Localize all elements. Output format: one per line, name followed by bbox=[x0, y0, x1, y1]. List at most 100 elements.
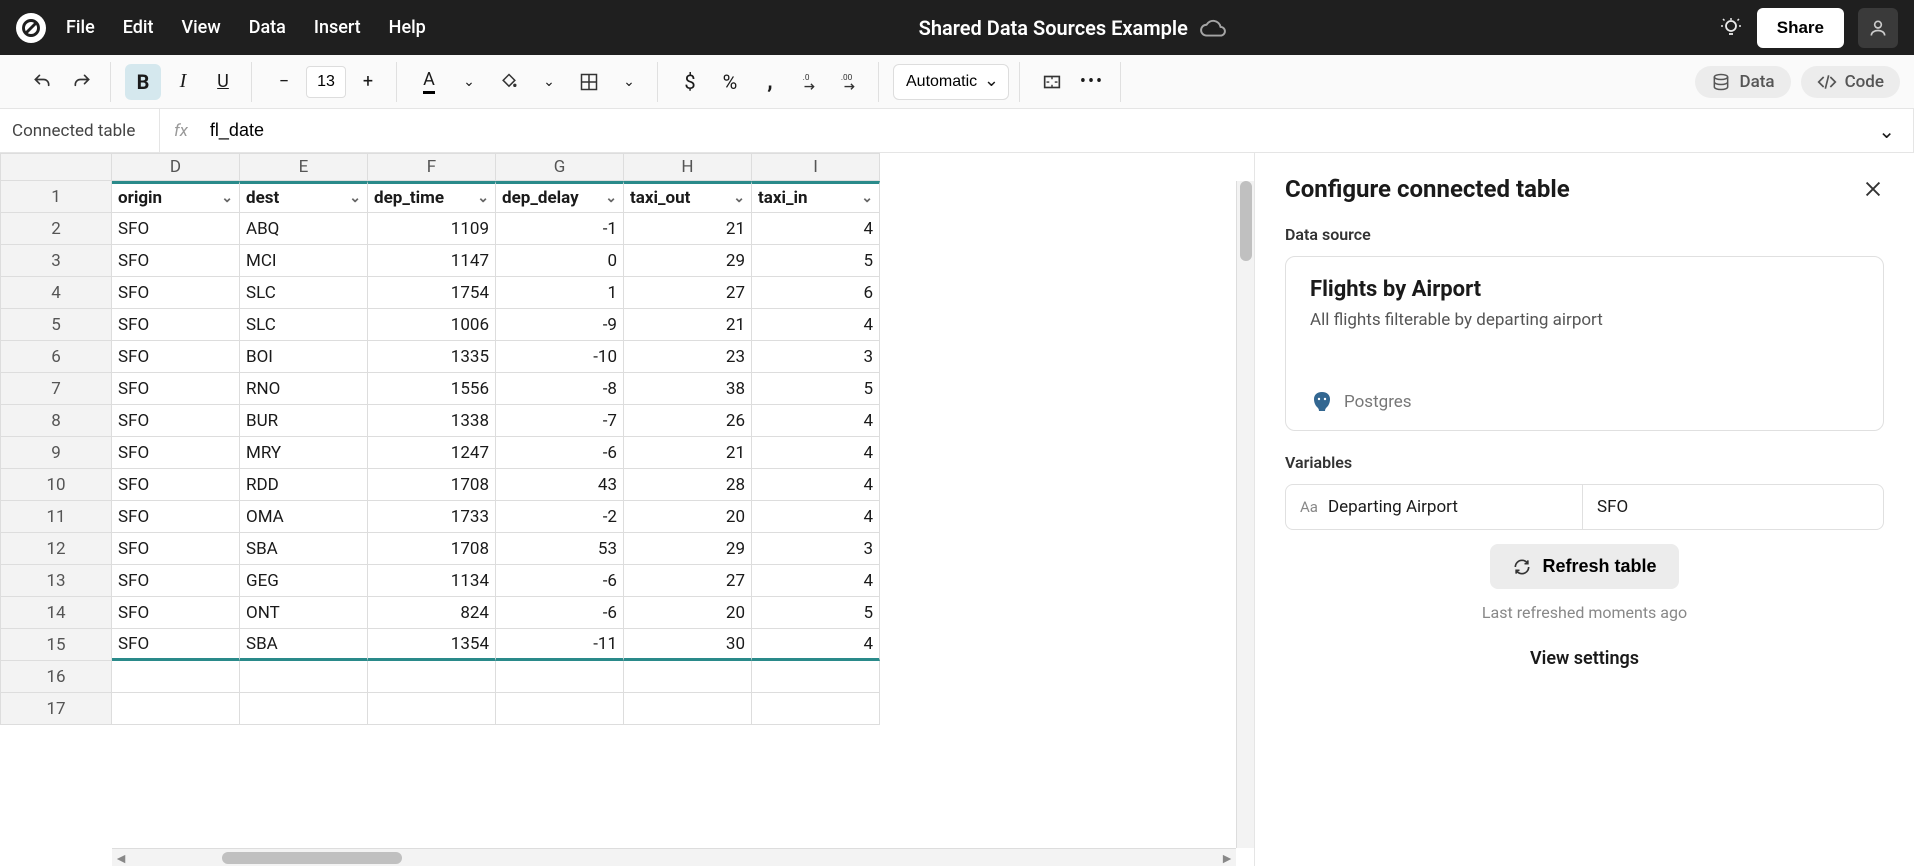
menu-view[interactable]: View bbox=[181, 17, 220, 38]
table-cell[interactable]: -6 bbox=[496, 565, 624, 597]
table-cell[interactable]: SFO bbox=[112, 437, 240, 469]
italic-button[interactable]: I bbox=[165, 64, 201, 100]
table-cell[interactable]: SFO bbox=[112, 213, 240, 245]
lightbulb-icon[interactable] bbox=[1719, 16, 1743, 40]
table-cell[interactable]: -10 bbox=[496, 341, 624, 373]
row-header[interactable]: 6 bbox=[0, 341, 112, 373]
vertical-scroll-thumb[interactable] bbox=[1240, 181, 1252, 261]
table-cell[interactable]: -1 bbox=[496, 213, 624, 245]
table-cell[interactable]: 1147 bbox=[368, 245, 496, 277]
table-cell[interactable]: SBA bbox=[240, 533, 368, 565]
table-cell[interactable]: 23 bbox=[624, 341, 752, 373]
table-cell[interactable]: ONT bbox=[240, 597, 368, 629]
empty-cell[interactable] bbox=[368, 693, 496, 725]
table-cell[interactable]: 1 bbox=[496, 277, 624, 309]
table-cell[interactable]: 43 bbox=[496, 469, 624, 501]
view-settings-link[interactable]: View settings bbox=[1285, 648, 1884, 669]
column-filter-chevron[interactable]: ⌄ bbox=[605, 190, 617, 206]
table-cell[interactable]: 5 bbox=[752, 245, 880, 277]
fill-color-chevron[interactable]: ⌄ bbox=[531, 64, 567, 100]
table-cell[interactable]: 3 bbox=[752, 533, 880, 565]
table-cell[interactable]: 4 bbox=[752, 437, 880, 469]
row-header[interactable]: 9 bbox=[0, 437, 112, 469]
code-panel-button[interactable]: Code bbox=[1801, 66, 1900, 98]
table-cell[interactable]: 38 bbox=[624, 373, 752, 405]
table-cell[interactable]: 3 bbox=[752, 341, 880, 373]
table-cell[interactable]: 21 bbox=[624, 437, 752, 469]
data-panel-button[interactable]: Data bbox=[1695, 66, 1790, 98]
table-cell[interactable]: 0 bbox=[496, 245, 624, 277]
font-size-input[interactable] bbox=[306, 66, 346, 98]
table-column-header[interactable]: taxi_out⌄ bbox=[624, 181, 752, 213]
table-cell[interactable]: 1708 bbox=[368, 469, 496, 501]
table-column-header[interactable]: dest⌄ bbox=[240, 181, 368, 213]
table-cell[interactable]: SFO bbox=[112, 501, 240, 533]
table-cell[interactable]: 27 bbox=[624, 565, 752, 597]
table-cell[interactable]: ABQ bbox=[240, 213, 368, 245]
share-button[interactable]: Share bbox=[1757, 8, 1844, 48]
table-cell[interactable]: 1556 bbox=[368, 373, 496, 405]
table-cell[interactable]: 27 bbox=[624, 277, 752, 309]
formula-expand-chevron[interactable]: ⌄ bbox=[1860, 109, 1914, 152]
row-header[interactable]: 13 bbox=[0, 565, 112, 597]
table-cell[interactable]: 29 bbox=[624, 533, 752, 565]
row-header[interactable]: 11 bbox=[0, 501, 112, 533]
table-cell[interactable]: 21 bbox=[624, 213, 752, 245]
row-header[interactable]: 12 bbox=[0, 533, 112, 565]
table-cell[interactable]: RDD bbox=[240, 469, 368, 501]
cell-reference[interactable]: Connected table bbox=[0, 109, 160, 152]
horizontal-scrollbar[interactable]: ◄ ► bbox=[112, 848, 1236, 866]
text-color-button[interactable]: A bbox=[411, 64, 447, 100]
empty-cell[interactable] bbox=[240, 693, 368, 725]
table-cell[interactable]: 4 bbox=[752, 565, 880, 597]
table-cell[interactable]: 4 bbox=[752, 469, 880, 501]
table-cell[interactable]: SFO bbox=[112, 277, 240, 309]
column-filter-chevron[interactable]: ⌄ bbox=[349, 190, 361, 206]
table-cell[interactable]: 1733 bbox=[368, 501, 496, 533]
empty-cell[interactable] bbox=[496, 661, 624, 693]
data-source-card[interactable]: Flights by Airport All flights filterabl… bbox=[1285, 256, 1884, 431]
vertical-scrollbar[interactable] bbox=[1236, 181, 1254, 848]
table-cell[interactable]: 1109 bbox=[368, 213, 496, 245]
empty-cell[interactable] bbox=[752, 693, 880, 725]
table-cell[interactable]: SFO bbox=[112, 597, 240, 629]
row-header[interactable]: 1 bbox=[0, 181, 112, 213]
table-cell[interactable]: -6 bbox=[496, 597, 624, 629]
increase-decimal-button[interactable]: .00 bbox=[832, 64, 868, 100]
table-cell[interactable]: -7 bbox=[496, 405, 624, 437]
borders-chevron[interactable]: ⌄ bbox=[611, 64, 647, 100]
scroll-right-arrow[interactable]: ► bbox=[1218, 849, 1236, 866]
percent-format-button[interactable]: % bbox=[712, 64, 748, 100]
redo-button[interactable] bbox=[64, 64, 100, 100]
table-cell[interactable]: 30 bbox=[624, 629, 752, 661]
table-cell[interactable]: -9 bbox=[496, 309, 624, 341]
table-cell[interactable]: 4 bbox=[752, 629, 880, 661]
column-header[interactable]: G bbox=[496, 153, 624, 181]
column-filter-chevron[interactable]: ⌄ bbox=[477, 190, 489, 206]
table-cell[interactable]: GEG bbox=[240, 565, 368, 597]
font-size-increase[interactable]: + bbox=[350, 64, 386, 100]
table-column-header[interactable]: origin⌄ bbox=[112, 181, 240, 213]
table-cell[interactable]: 4 bbox=[752, 501, 880, 533]
table-cell[interactable]: -2 bbox=[496, 501, 624, 533]
horizontal-scroll-thumb[interactable] bbox=[222, 852, 402, 864]
column-header[interactable]: I bbox=[752, 153, 880, 181]
table-cell[interactable]: SFO bbox=[112, 373, 240, 405]
empty-cell[interactable] bbox=[368, 661, 496, 693]
table-cell[interactable]: SBA bbox=[240, 629, 368, 661]
table-cell[interactable]: SFO bbox=[112, 245, 240, 277]
refresh-table-button[interactable]: Refresh table bbox=[1490, 544, 1678, 589]
table-cell[interactable]: 1006 bbox=[368, 309, 496, 341]
empty-cell[interactable] bbox=[624, 693, 752, 725]
table-cell[interactable]: OMA bbox=[240, 501, 368, 533]
scroll-left-arrow[interactable]: ◄ bbox=[112, 849, 130, 866]
table-cell[interactable]: 5 bbox=[752, 597, 880, 629]
table-cell[interactable]: SFO bbox=[112, 629, 240, 661]
table-cell[interactable]: 29 bbox=[624, 245, 752, 277]
table-cell[interactable]: -6 bbox=[496, 437, 624, 469]
table-cell[interactable]: 1335 bbox=[368, 341, 496, 373]
menu-data[interactable]: Data bbox=[249, 17, 286, 38]
empty-cell[interactable] bbox=[752, 661, 880, 693]
comma-format-button[interactable]: , bbox=[752, 64, 788, 100]
table-cell[interactable]: 1247 bbox=[368, 437, 496, 469]
